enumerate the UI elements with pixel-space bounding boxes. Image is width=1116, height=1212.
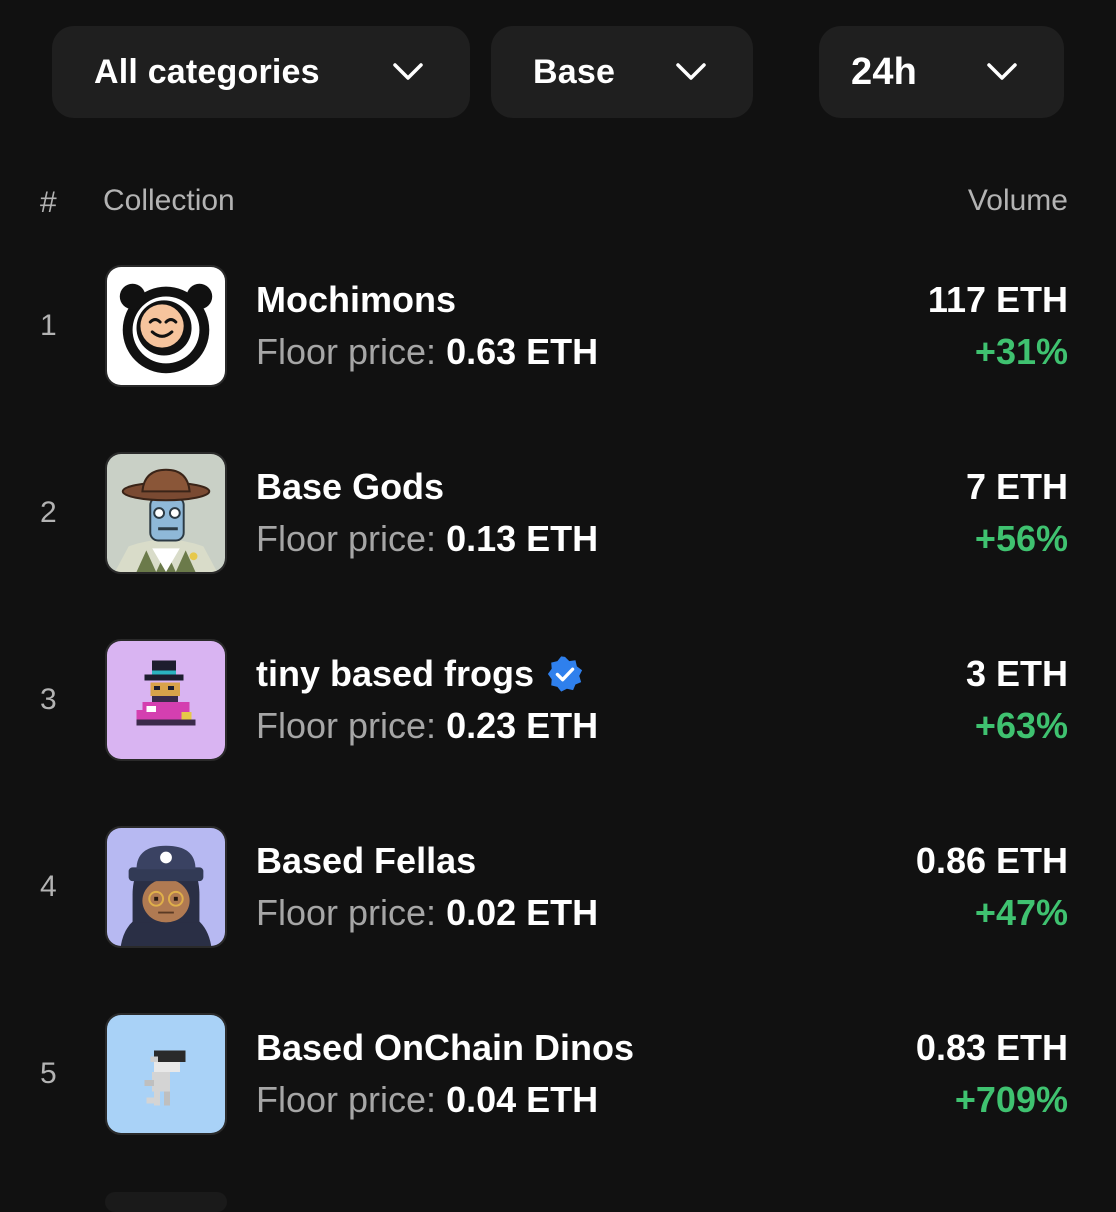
chain-dropdown[interactable]: Base bbox=[491, 26, 753, 118]
volume-change: +56% bbox=[974, 518, 1068, 559]
table-header: # Collection Volume bbox=[0, 180, 1116, 224]
chevron-down-icon bbox=[676, 63, 706, 80]
floor-price: Floor price: 0.04 ETH bbox=[256, 1079, 598, 1121]
floor-price-label: Floor price: bbox=[256, 518, 437, 559]
floor-price: Floor price: 0.02 ETH bbox=[256, 892, 598, 934]
chevron-down-icon bbox=[393, 63, 423, 80]
collection-name[interactable]: tiny based frogs bbox=[256, 653, 584, 695]
table-row[interactable]: 2 Base Gods Floor price: 0.13 ETH 7 ETH … bbox=[0, 452, 1116, 576]
collection-header[interactable]: Collection bbox=[103, 184, 235, 218]
floor-price-value: 0.13 ETH bbox=[446, 518, 599, 559]
floor-price: Floor price: 0.63 ETH bbox=[256, 331, 598, 373]
rank-number: 3 bbox=[40, 683, 57, 716]
collection-name-text: Base Gods bbox=[256, 466, 445, 507]
collection-name[interactable]: Based OnChain Dinos bbox=[256, 1027, 634, 1069]
floor-price-value: 0.04 ETH bbox=[446, 1079, 599, 1120]
filter-bar: All categories Base 24h bbox=[0, 26, 1116, 118]
volume-value: 117 ETH bbox=[927, 279, 1068, 320]
timeframe-dropdown-label: 24h bbox=[851, 50, 918, 93]
table-row[interactable]: 1 Mochimons Floor price: 0.63 ETH 117 ET… bbox=[0, 265, 1116, 389]
floor-price-value: 0.23 ETH bbox=[446, 705, 599, 746]
collection-name-text: Based Fellas bbox=[256, 840, 477, 881]
volume-change: +709% bbox=[954, 1079, 1068, 1120]
tiny-based-frogs-avatar-image bbox=[107, 641, 225, 759]
volume-change: +31% bbox=[974, 331, 1068, 372]
table-row[interactable]: 5 Based OnChain Dinos Floor price: 0.04 … bbox=[0, 1013, 1116, 1137]
volume-value: 3 ETH bbox=[965, 653, 1068, 694]
rank-number: 4 bbox=[40, 870, 57, 903]
rank-number: 1 bbox=[40, 309, 57, 342]
floor-price: Floor price: 0.13 ETH bbox=[256, 518, 598, 560]
volume-value: 0.83 ETH bbox=[915, 1027, 1068, 1068]
collection-thumbnail bbox=[105, 265, 227, 387]
collection-name[interactable]: Base Gods bbox=[256, 466, 444, 508]
mochimons-logo-image bbox=[107, 267, 225, 385]
collection-name-text: Based OnChain Dinos bbox=[256, 1027, 635, 1068]
floor-price-label: Floor price: bbox=[256, 1079, 437, 1120]
based-fellas-avatar-image bbox=[107, 828, 225, 946]
collection-thumbnail bbox=[105, 826, 227, 948]
category-dropdown[interactable]: All categories bbox=[52, 26, 470, 118]
chain-dropdown-label: Base bbox=[533, 52, 616, 91]
floor-price-label: Floor price: bbox=[256, 705, 437, 746]
floor-price-value: 0.63 ETH bbox=[446, 331, 599, 372]
chevron-down-icon bbox=[987, 63, 1017, 80]
floor-price: Floor price: 0.23 ETH bbox=[256, 705, 598, 747]
next-row-thumbnail-peek bbox=[105, 1192, 227, 1212]
collection-thumbnail bbox=[105, 639, 227, 761]
volume-change: +47% bbox=[974, 892, 1068, 933]
rank-header: # bbox=[40, 186, 57, 219]
collection-name-text: tiny based frogs bbox=[256, 653, 535, 694]
based-onchain-dinos-avatar-image bbox=[107, 1015, 225, 1133]
floor-price-label: Floor price: bbox=[256, 892, 437, 933]
floor-price-value: 0.02 ETH bbox=[446, 892, 599, 933]
timeframe-dropdown[interactable]: 24h bbox=[819, 26, 1064, 118]
volume-value: 0.86 ETH bbox=[915, 840, 1068, 881]
category-dropdown-label: All categories bbox=[94, 52, 320, 91]
table-row[interactable]: 4 Based Fellas Floor price: 0.02 ETH 0.8… bbox=[0, 826, 1116, 950]
collection-name[interactable]: Based Fellas bbox=[256, 840, 476, 882]
volume-header[interactable]: Volume bbox=[968, 184, 1068, 218]
collection-thumbnail bbox=[105, 452, 227, 574]
verified-badge-icon bbox=[547, 656, 583, 692]
table-row[interactable]: 3 tiny based frogs Floor price: 0.23 ETH… bbox=[0, 639, 1116, 763]
rank-number: 2 bbox=[40, 496, 57, 529]
volume-value: 7 ETH bbox=[965, 466, 1068, 507]
collection-name[interactable]: Mochimons bbox=[256, 279, 456, 321]
floor-price-label: Floor price: bbox=[256, 331, 437, 372]
volume-change: +63% bbox=[974, 705, 1068, 746]
collection-thumbnail bbox=[105, 1013, 227, 1135]
rank-number: 5 bbox=[40, 1057, 57, 1090]
collection-name-text: Mochimons bbox=[256, 279, 457, 320]
base-gods-avatar-image bbox=[107, 454, 225, 572]
